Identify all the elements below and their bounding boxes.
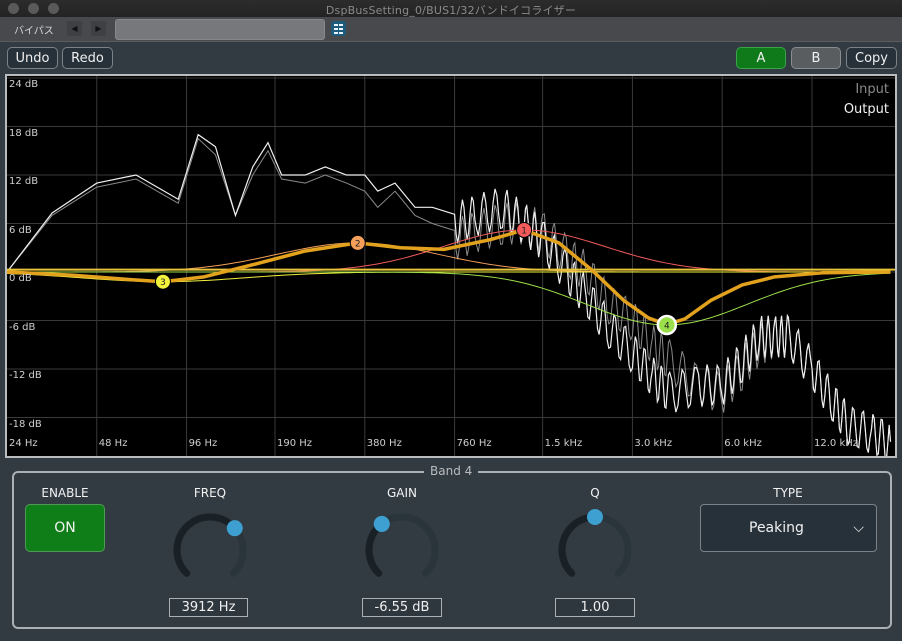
filter-type-value: Peaking xyxy=(749,520,804,536)
type-label: TYPE xyxy=(773,486,803,500)
knob-fill xyxy=(558,513,599,577)
knob-handle[interactable] xyxy=(587,509,603,525)
y-tick-label: 18 dB xyxy=(9,127,39,139)
band-handle-label: 3 xyxy=(160,278,166,288)
gain-label: GAIN xyxy=(386,486,418,500)
band-handle-label: 4 xyxy=(664,321,670,331)
band-panel-title: Band 4 xyxy=(424,464,479,478)
x-tick-label: 12.0 kHz xyxy=(814,438,859,449)
x-tick-label: 3.0 kHz xyxy=(634,438,673,449)
band-handle-label: 2 xyxy=(355,239,361,249)
x-tick-label: 6.0 kHz xyxy=(724,438,762,449)
legend-output: Output xyxy=(843,102,889,117)
x-tick-label: 760 Hz xyxy=(456,438,492,449)
enable-label: ENABLE xyxy=(41,486,89,500)
triangle-right-icon: ▶ xyxy=(95,24,102,33)
preset-toolbar: バイパス ◀ ▶ xyxy=(0,17,902,42)
gain-value-field[interactable]: -6.55 dB xyxy=(362,598,442,617)
q-value-field[interactable]: 1.00 xyxy=(555,598,635,617)
x-tick-label: 96 Hz xyxy=(188,438,218,449)
chevron-down-icon: ⌵ xyxy=(853,520,864,536)
gain-knob[interactable] xyxy=(357,505,447,595)
band-1-handle[interactable]: 1 xyxy=(516,221,533,238)
window-titlebar: DspBusSetting_0/BUS1/32バンドイコライザー xyxy=(0,0,902,18)
freq-label: FREQ xyxy=(193,486,227,500)
freq-knob[interactable] xyxy=(165,505,255,595)
prev-preset-button[interactable]: ◀ xyxy=(67,21,82,36)
y-tick-label: 0 dB xyxy=(9,273,32,284)
x-tick-label: 190 Hz xyxy=(277,438,313,449)
band-1-curve xyxy=(7,229,891,273)
y-tick-label: 6 dB xyxy=(9,224,32,236)
preset-name-field[interactable] xyxy=(115,19,325,40)
y-tick-label: -6 dB xyxy=(9,321,36,333)
enable-toggle[interactable]: ON xyxy=(25,504,105,552)
x-tick-label: 24 Hz xyxy=(9,438,38,449)
q-label: Q xyxy=(590,486,600,500)
y-tick-label: 24 dB xyxy=(9,79,39,90)
band-3-handle[interactable]: 3 xyxy=(154,273,171,290)
band-4-handle[interactable]: 4 xyxy=(656,314,678,336)
eq-total-curve xyxy=(7,228,891,327)
knob-fill xyxy=(173,513,239,577)
redo-button[interactable]: Redo xyxy=(62,47,113,69)
x-tick-label: 1.5 kHz xyxy=(544,438,583,449)
eq-graph[interactable]: 1 2 3 4 24 dB 18 dB 12 dB 6 dB 0 dB -6 dB -12 dB -… xyxy=(5,74,897,458)
knob-handle[interactable] xyxy=(226,520,243,537)
y-tick-label: -12 dB xyxy=(9,370,42,381)
slot-b-button[interactable]: B xyxy=(791,47,841,69)
y-tick-label: 12 dB xyxy=(9,176,39,187)
x-tick-label: 48 Hz xyxy=(98,438,128,449)
slot-a-button[interactable]: A xyxy=(736,47,786,69)
x-tick-label: 380 Hz xyxy=(366,438,402,449)
undo-button[interactable]: Undo xyxy=(7,47,58,69)
window-title: DspBusSetting_0/BUS1/32バンドイコライザー xyxy=(325,4,577,17)
triangle-left-icon: ◀ xyxy=(71,24,78,33)
input-spectrum-line xyxy=(7,137,892,456)
band-2-handle[interactable]: 2 xyxy=(349,234,366,251)
y-tick-label: -18 dB xyxy=(9,418,42,430)
output-spectrum-line xyxy=(7,133,892,456)
legend-input: Input xyxy=(855,82,889,97)
q-knob[interactable] xyxy=(550,505,640,595)
next-preset-button[interactable]: ▶ xyxy=(91,21,106,36)
eq-graph-canvas[interactable]: 1 2 3 4 xyxy=(7,76,895,456)
copy-button[interactable]: Copy xyxy=(846,47,897,69)
band-handle-label: 1 xyxy=(521,226,527,236)
bypass-toggle[interactable]: バイパス xyxy=(14,22,54,37)
knob-handle[interactable] xyxy=(373,515,390,532)
filter-type-select[interactable]: Peaking ⌵ xyxy=(700,504,877,552)
freq-value-field[interactable]: 3912 Hz xyxy=(169,598,248,617)
preset-list-button[interactable] xyxy=(331,21,346,36)
